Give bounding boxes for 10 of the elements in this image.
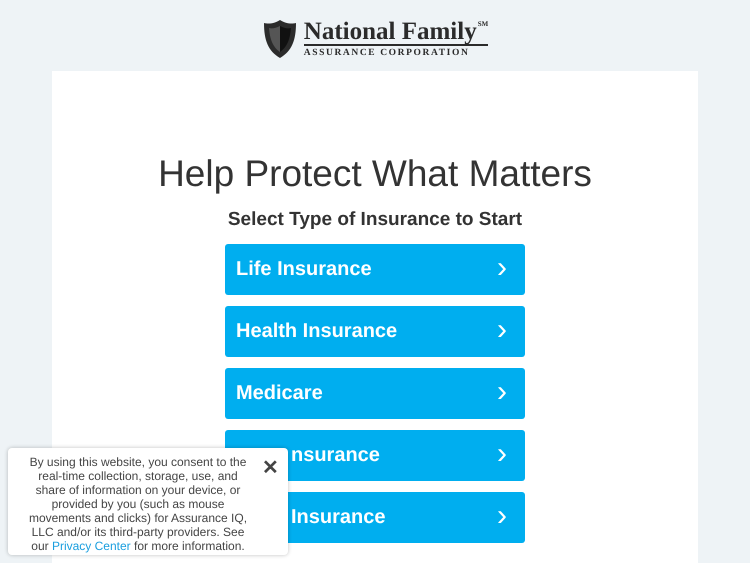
insurance-option-button[interactable]: Medicare › (225, 368, 525, 419)
page-heading: Help Protect What Matters (158, 152, 592, 196)
brand-name: National Family (304, 20, 477, 44)
close-button[interactable]: ✕ (262, 455, 279, 479)
insurance-option-button[interactable]: Life Insurance › (225, 244, 525, 295)
insurance-option-button[interactable]: Health Insurance › (225, 306, 525, 357)
brand-tagline: ASSURANCE CORPORATION (304, 48, 470, 58)
shield-icon (262, 18, 298, 60)
page-subheading: Select Type of Insurance to Start (228, 209, 522, 231)
privacy-center-link[interactable]: Privacy Center (52, 539, 131, 553)
